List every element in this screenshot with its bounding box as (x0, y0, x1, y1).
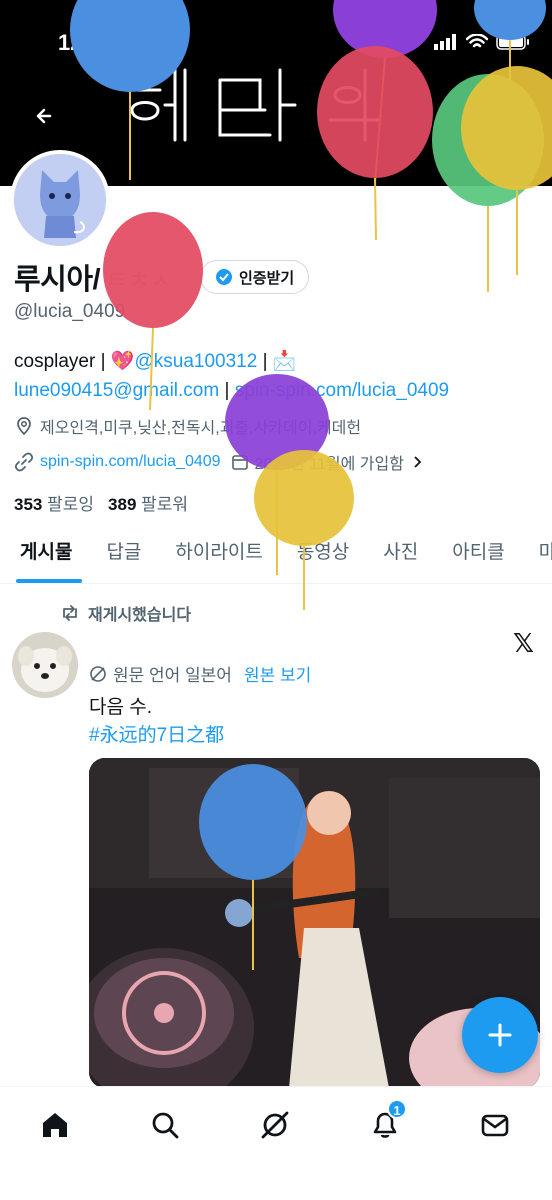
status-right (434, 34, 530, 50)
verify-label: 인증받기 (239, 269, 295, 287)
website-link[interactable]: spin-spin.com/lucia_0409 (40, 453, 221, 471)
followers-stat[interactable]: 389 팔로워 (108, 490, 188, 515)
display-name-suffix: ㅌㅊㅅ (106, 267, 173, 294)
active-tab-indicator (16, 579, 82, 583)
signal-icon (434, 34, 456, 50)
following-count: 353 (14, 495, 43, 514)
repost-icon (63, 605, 77, 621)
home-icon (43, 1113, 67, 1137)
display-name: 루시아/ (14, 264, 101, 296)
joined-date: 2023년 11월에 가입함 (254, 456, 404, 473)
tab-posts[interactable]: 게시물 (0, 532, 86, 583)
user-handle: @lucia_0409 (14, 301, 126, 322)
website-joined-row: spin-spin.com/lucia_0409 2023년 11월에 가입함 (14, 450, 424, 474)
location-row: 제오인격,미쿠,닞산,전독시,괴출,사카데이,케데헌 (14, 414, 361, 438)
mail-icon (481, 1114, 509, 1137)
x-logo-icon: 𝕏 (513, 628, 534, 658)
nav-grok[interactable] (255, 1105, 295, 1145)
following-label: 팔로잉 (47, 495, 95, 514)
followers-label: 팔로워 (141, 495, 189, 514)
avatar-illustration (14, 154, 106, 246)
tab-articles[interactable]: 아티클 (432, 532, 518, 583)
notification-badge: 1 (387, 1099, 407, 1119)
verified-badge-icon (216, 269, 232, 285)
calendar-icon (231, 455, 248, 470)
bio-mention-link[interactable]: @ksua100312 (134, 351, 257, 372)
grok-icon (261, 1111, 289, 1139)
post-author-avatar[interactable] (12, 632, 78, 698)
nav-messages[interactable] (475, 1105, 515, 1145)
nav-home[interactable] (35, 1105, 75, 1145)
balloon-yellow-mid (254, 450, 354, 610)
post-hashtag[interactable]: #永远的7日之都 (89, 720, 224, 747)
plus-icon (488, 1023, 512, 1047)
profile-tabs: 게시물 답글 하이라이트 동영상 사진 아티클 마 (0, 532, 552, 584)
wifi-icon (466, 34, 488, 48)
repost-line: 재게시했습니다 (60, 601, 191, 625)
following-stat[interactable]: 353 팔로잉 (14, 490, 94, 515)
search-icon (152, 1112, 179, 1139)
tab-videos[interactable]: 동영상 (277, 532, 363, 583)
tab-more[interactable]: 마 (519, 532, 552, 583)
translate-icon (90, 665, 106, 682)
profile-bio: cosplayer | 💖@ksua100312 | 📩 lune090415@… (14, 347, 544, 405)
bottom-nav: 1 (0, 1086, 552, 1200)
translate-line: 원문 언어 일본어 원본 보기 (89, 661, 311, 686)
bio-text: cosplayer | 💖 (14, 351, 135, 372)
bio-separator: | (219, 380, 235, 401)
dog-avatar-illustration (12, 632, 78, 698)
location-text: 제오인격,미쿠,닞산,전독시,괴출,사카데이,케데헌 (40, 420, 362, 437)
battery-icon (496, 34, 529, 50)
bio-email-link[interactable]: lune090415@gmail.com (14, 380, 219, 401)
follow-stats: 353 팔로잉 389 팔로워 (14, 490, 188, 515)
location-pin-icon (17, 417, 31, 436)
nav-notifications[interactable]: 1 (365, 1099, 407, 1145)
post-text: 다음 수. (89, 697, 152, 718)
back-arrow-icon[interactable] (28, 100, 60, 132)
status-time: 12:58 (58, 30, 115, 55)
link-icon (14, 452, 34, 472)
bio-text-mid: | 📩 (257, 351, 297, 372)
bio-website-link[interactable]: spin-spin.com/lucia_0409 (235, 380, 449, 401)
compose-button[interactable] (462, 997, 538, 1073)
show-original-link[interactable]: 원본 보기 (244, 661, 311, 686)
tab-replies[interactable]: 답글 (86, 532, 155, 583)
translate-label: 원문 언어 일본어 (113, 666, 232, 685)
profile-avatar[interactable] (10, 150, 110, 250)
tab-highlights[interactable]: 하이라이트 (155, 532, 276, 583)
banner-scribble (128, 68, 382, 142)
verify-button[interactable]: 인증받기 (200, 260, 310, 294)
repost-label: 재게시했습니다 (88, 607, 192, 624)
chevron-right-icon[interactable] (410, 455, 424, 469)
followers-count: 389 (108, 495, 137, 514)
mute-bell-icon (126, 35, 142, 51)
nav-search[interactable] (145, 1105, 185, 1145)
tab-photos[interactable]: 사진 (363, 532, 432, 583)
